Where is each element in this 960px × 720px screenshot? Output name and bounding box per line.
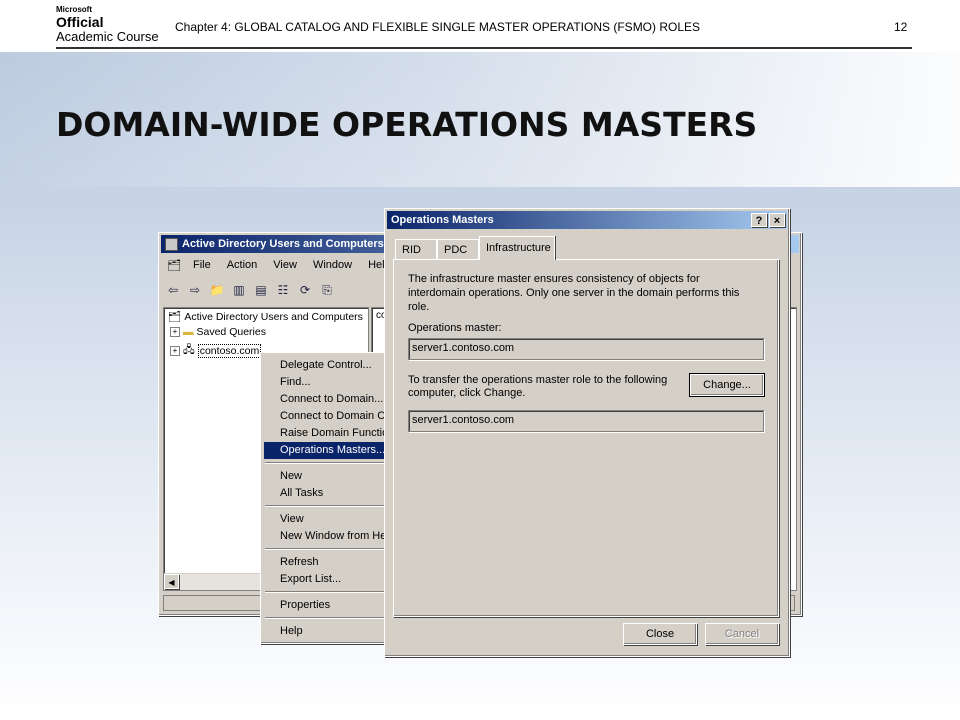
change-button[interactable]: Change... (689, 373, 765, 397)
menu-item-all-tasks[interactable]: All Tasks (264, 485, 398, 502)
logo-line-1: Microsoft (56, 5, 92, 14)
close-button[interactable]: Close (623, 623, 697, 645)
mmc-icon (165, 237, 178, 251)
menu-file[interactable]: File (185, 257, 219, 275)
refresh-icon[interactable]: ⟳ (295, 281, 315, 299)
menu-action[interactable]: Action (219, 257, 266, 275)
menu-item-view[interactable]: View (264, 511, 398, 528)
folder-icon: ▬ (183, 326, 194, 338)
slide-title: DOMAIN-WIDE OPERATIONS MASTERS (56, 105, 758, 144)
tree-item-contoso[interactable]: + 🖧 contoso.com (170, 342, 262, 360)
menu-item-new[interactable]: New (264, 468, 398, 485)
aduc-menubar: 🗂 File Action View Window Help (163, 257, 399, 275)
close-icon[interactable]: × (769, 213, 785, 227)
menu-item-connect-domain[interactable]: Connect to Domain... (264, 391, 398, 408)
tree-item-label: Saved Queries (196, 326, 266, 338)
aduc-toolbar: ⇦ ⇨ 📁 ▥ ▤ ☷ ⟳ ⎘ (163, 281, 337, 303)
operations-masters-dialog: Operations Masters ? × RID PDC Infrastru… (384, 208, 790, 657)
menu-item-raise-functional-level[interactable]: Raise Domain Functior (264, 425, 398, 442)
properties-icon[interactable]: ☷ (273, 281, 293, 299)
expand-plus-icon[interactable]: + (170, 346, 180, 356)
operations-master-field: server1.contoso.com (408, 338, 764, 360)
page-number: 12 (894, 20, 908, 34)
help-icon[interactable]: ? (751, 213, 767, 227)
logo-line-3: Academic Course (56, 29, 159, 44)
show-tree-icon[interactable]: ▥ (229, 281, 249, 299)
domain-icon: 🖧 (183, 344, 195, 356)
menu-window[interactable]: Window (305, 257, 360, 275)
up-folder-icon[interactable]: 📁 (207, 281, 227, 299)
expand-plus-icon[interactable]: + (170, 327, 180, 337)
logo-line-2: Official (56, 14, 104, 30)
cancel-button[interactable]: Cancel (705, 623, 779, 645)
menu-item-operations-masters[interactable]: Operations Masters... (264, 442, 398, 459)
aduc-root-icon: 🗂 (168, 311, 182, 323)
menu-item-help[interactable]: Help (264, 623, 398, 640)
transfer-instructions: To transfer the operations master role t… (408, 374, 668, 399)
menu-separator (265, 617, 397, 619)
role-description: The infrastructure master ensures consis… (408, 273, 740, 313)
menu-separator (265, 548, 397, 550)
tree-root[interactable]: 🗂 Active Directory Users and Computers (168, 310, 363, 324)
back-arrow-icon[interactable]: ⇦ (163, 281, 183, 299)
tab-pdc[interactable]: PDC (437, 239, 479, 259)
target-computer-field: server1.contoso.com (408, 410, 764, 432)
menu-item-refresh[interactable]: Refresh (264, 554, 398, 571)
menu-separator (265, 505, 397, 507)
export-icon[interactable]: ⎘ (317, 281, 337, 299)
context-menu: Delegate Control... Find... Connect to D… (260, 352, 402, 644)
menu-item-delegate-control[interactable]: Delegate Control... (264, 357, 398, 374)
menu-app-icon[interactable]: 🗂 (163, 257, 185, 275)
tree-root-label: Active Directory Users and Computers (184, 310, 363, 323)
tab-infrastructure[interactable]: Infrastructure (479, 236, 555, 260)
forward-arrow-icon[interactable]: ⇨ (185, 281, 205, 299)
dialog-titlebar[interactable]: Operations Masters ? × (387, 211, 787, 229)
dialog-title: Operations Masters (391, 214, 494, 226)
menu-item-new-window[interactable]: New Window from Her (264, 528, 398, 545)
delete-icon[interactable]: ▤ (251, 281, 271, 299)
menu-item-find[interactable]: Find... (264, 374, 398, 391)
menu-item-export-list[interactable]: Export List... (264, 571, 398, 588)
menu-separator (265, 462, 397, 464)
menu-item-properties[interactable]: Properties (264, 597, 398, 614)
menu-item-connect-domain-controller[interactable]: Connect to Domain Co (264, 408, 398, 425)
header-divider (56, 47, 912, 49)
aduc-title: Active Directory Users and Computers (182, 238, 384, 250)
course-logo: Microsoft Official Academic Course (56, 5, 159, 44)
tab-rid[interactable]: RID (395, 239, 437, 259)
tree-item-saved-queries[interactable]: + ▬ Saved Queries (170, 326, 266, 338)
operations-master-label: Operations master: (408, 322, 502, 334)
menu-view[interactable]: View (265, 257, 305, 275)
menu-separator (265, 591, 397, 593)
infrastructure-panel: The infrastructure master ensures consis… (393, 259, 779, 617)
chapter-heading: Chapter 4: GLOBAL CATALOG AND FLEXIBLE S… (175, 20, 701, 34)
tree-item-label: contoso.com (197, 344, 262, 358)
scroll-left-icon[interactable]: ◀ (164, 574, 179, 589)
